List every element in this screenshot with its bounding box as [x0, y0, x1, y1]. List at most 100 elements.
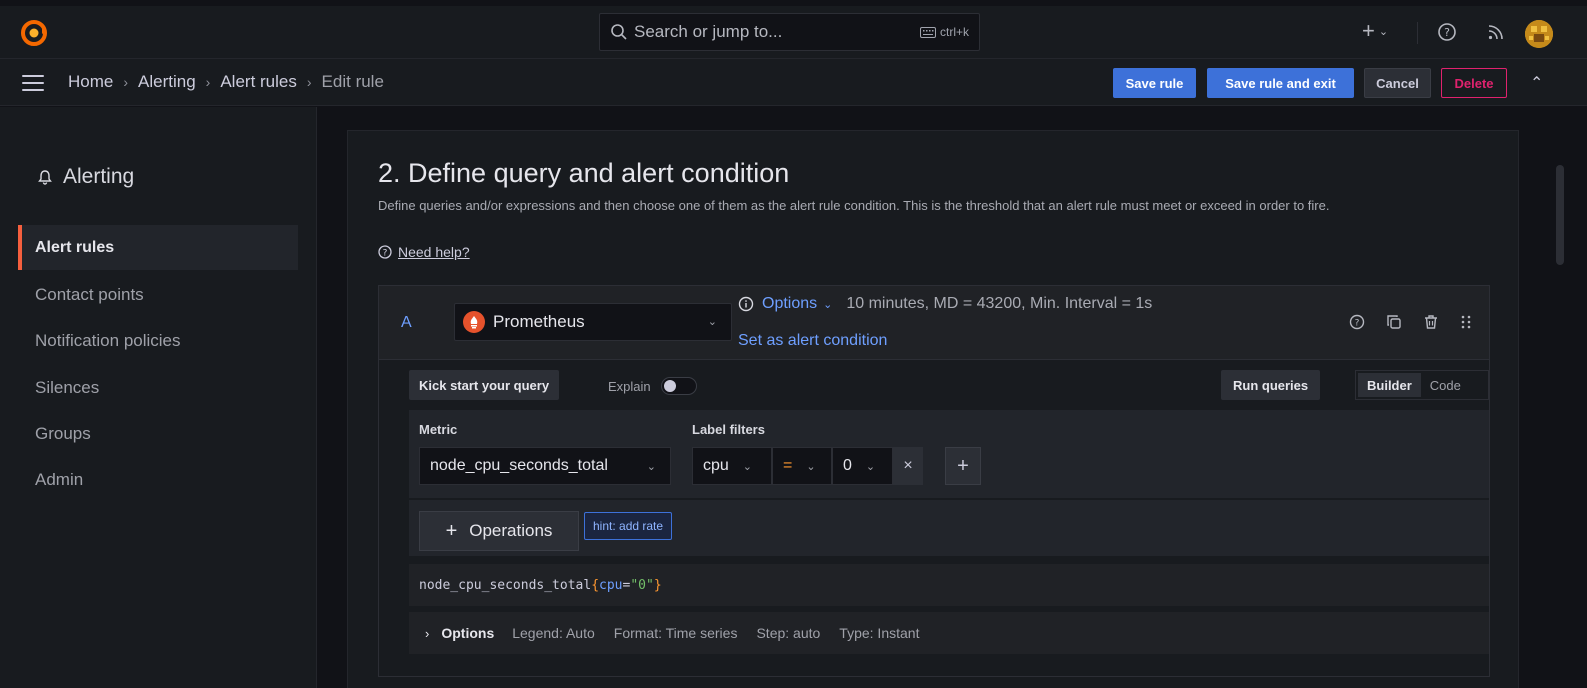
run-queries-button[interactable]: Run queries [1221, 370, 1321, 400]
save-rule-button[interactable]: Save rule [1113, 68, 1196, 98]
chevron-down-icon: ⌄ [1378, 25, 1389, 38]
remove-filter-button[interactable]: × [893, 447, 923, 485]
query-actions: ? [1349, 314, 1472, 330]
datasource-name: Prometheus [493, 312, 585, 331]
sidebar-item-admin[interactable]: Admin [18, 457, 298, 502]
chevron-down-icon: ⌄ [806, 460, 816, 473]
avatar-image [1525, 20, 1553, 48]
plus-icon: + [1362, 18, 1375, 43]
query-ref-id[interactable]: A [401, 314, 412, 332]
sidebar-title-text: Alerting [63, 165, 135, 188]
sidebar-item-silences[interactable]: Silences [18, 365, 298, 410]
top-navbar: Search or jump to... ctrl+k + ⌄ ? [0, 6, 1587, 59]
option-step: Step: auto [756, 625, 821, 641]
sidebar-item-contact-points[interactable]: Contact points [18, 272, 298, 317]
label-filter-operator-select[interactable]: = ⌄ [772, 447, 832, 485]
toolbar-divider [1417, 22, 1418, 44]
raw-query-label: cpu [599, 577, 623, 593]
chevron-up-icon[interactable]: ⌃ [1530, 73, 1543, 93]
query-options-collapse[interactable]: › Options Legend: Auto Format: Time seri… [409, 612, 1489, 654]
chevron-right-icon: › [123, 74, 129, 90]
datasource-picker[interactable]: Prometheus ⌄ [454, 303, 732, 341]
editor-mode-switch: Builder Code [1355, 370, 1489, 400]
help-icon[interactable]: ? [1349, 314, 1365, 330]
need-help-text: Need help? [398, 244, 470, 260]
set-alert-condition-link[interactable]: Set as alert condition [738, 332, 887, 350]
sidebar-item-groups[interactable]: Groups [18, 411, 298, 456]
label-filter-value: 0 [843, 457, 852, 474]
query-editor-toolbar: Kick start your query Explain Run querie… [409, 370, 1489, 402]
breadcrumb-alerting[interactable]: Alerting [138, 72, 196, 92]
raw-query-brace-open: { [591, 577, 600, 593]
plus-icon: + [445, 519, 458, 542]
query-header: A Prometheus ⌄ Options ⌄ 10 minutes, MD … [379, 286, 1489, 360]
query-builder: Metric node_cpu_seconds_total ⌄ Label fi… [409, 410, 1489, 498]
prometheus-icon [463, 311, 485, 333]
bell-icon [38, 170, 52, 185]
new-menu-button[interactable]: + ⌄ [1362, 20, 1388, 42]
cancel-button[interactable]: Cancel [1364, 68, 1431, 98]
sidebar-title: Alerting [37, 165, 134, 189]
raw-query-eq: = [622, 577, 631, 593]
chevron-down-icon: ⌄ [823, 298, 833, 311]
breadcrumb-alert-rules[interactable]: Alert rules [220, 72, 297, 92]
trash-icon[interactable] [1423, 314, 1439, 330]
options-toggle[interactable]: Options [762, 295, 817, 313]
metric-value: node_cpu_seconds_total [430, 457, 608, 474]
query-options-summary[interactable]: Options ⌄ 10 minutes, MD = 43200, Min. I… [738, 295, 1152, 313]
breadcrumb-edit-rule: Edit rule [321, 72, 384, 91]
sidebar: Alerting Alert rules Contact points Noti… [0, 107, 317, 688]
label-filter-key: cpu [703, 457, 729, 474]
search-shortcut-text: ctrl+k [939, 25, 969, 39]
svg-text:?: ? [383, 249, 388, 259]
drag-handle-icon[interactable] [1460, 314, 1472, 330]
hint-add-rate-button[interactable]: hint: add rate [584, 512, 673, 540]
explain-toggle[interactable] [660, 377, 697, 395]
option-type: Type: Instant [839, 625, 920, 641]
info-icon [738, 296, 754, 312]
search-icon [611, 24, 627, 40]
explain-toggle-group: Explain [608, 377, 697, 395]
kick-start-button[interactable]: Kick start your query [409, 370, 560, 400]
news-icon[interactable] [1488, 24, 1504, 40]
chevron-down-icon: ⌄ [707, 316, 717, 328]
add-operation-button[interactable]: + Operations [419, 511, 579, 551]
avatar[interactable] [1525, 20, 1553, 48]
metric-select[interactable]: node_cpu_seconds_total ⌄ [419, 447, 671, 485]
mode-builder[interactable]: Builder [1358, 373, 1421, 397]
grafana-logo-icon[interactable] [20, 19, 48, 47]
scrollbar[interactable] [1556, 165, 1564, 265]
help-icon[interactable]: ? [1437, 22, 1457, 42]
section-title: 2. Define query and alert condition [378, 158, 790, 188]
sidebar-item-notification-policies[interactable]: Notification policies [18, 318, 298, 363]
delete-button[interactable]: Delete [1441, 68, 1507, 98]
search-placeholder: Search or jump to... [634, 22, 783, 41]
search-shortcut: ctrl+k [919, 25, 969, 39]
metric-label: Metric [419, 422, 458, 437]
option-format: Format: Time series [613, 625, 738, 641]
add-filter-button[interactable]: + [945, 447, 981, 485]
raw-query-metric: node_cpu_seconds_total [419, 577, 592, 593]
need-help-link[interactable]: ? Need help? [378, 244, 470, 260]
chevron-down-icon: ⌄ [865, 460, 876, 473]
menu-toggle-icon[interactable] [22, 75, 44, 91]
label-filter-key-select[interactable]: cpu ⌄ [692, 447, 772, 485]
operations-label: Operations [469, 521, 553, 540]
chevron-right-icon: › [425, 625, 430, 641]
svg-text:?: ? [1355, 319, 1360, 329]
breadcrumb: Home › Alerting › Alert rules › Edit rul… [68, 72, 384, 92]
chevron-right-icon: › [306, 74, 312, 90]
breadcrumb-home[interactable]: Home [68, 72, 113, 92]
chevron-down-icon: ⌄ [742, 460, 753, 473]
mode-code[interactable]: Code [1421, 373, 1470, 397]
search-bar[interactable]: Search or jump to... ctrl+k [599, 13, 980, 51]
explain-label: Explain [608, 378, 651, 394]
breadcrumb-bar: Home › Alerting › Alert rules › Edit rul… [0, 59, 1587, 106]
duplicate-icon[interactable] [1386, 314, 1402, 330]
save-rule-and-exit-button[interactable]: Save rule and exit [1207, 68, 1354, 98]
label-filter-value-select[interactable]: 0 ⌄ [832, 447, 893, 485]
keyboard-icon [919, 26, 936, 38]
sidebar-item-alert-rules[interactable]: Alert rules [18, 225, 298, 270]
section-description: Define queries and/or expressions and th… [378, 198, 1330, 213]
options-title: Options [441, 625, 495, 641]
